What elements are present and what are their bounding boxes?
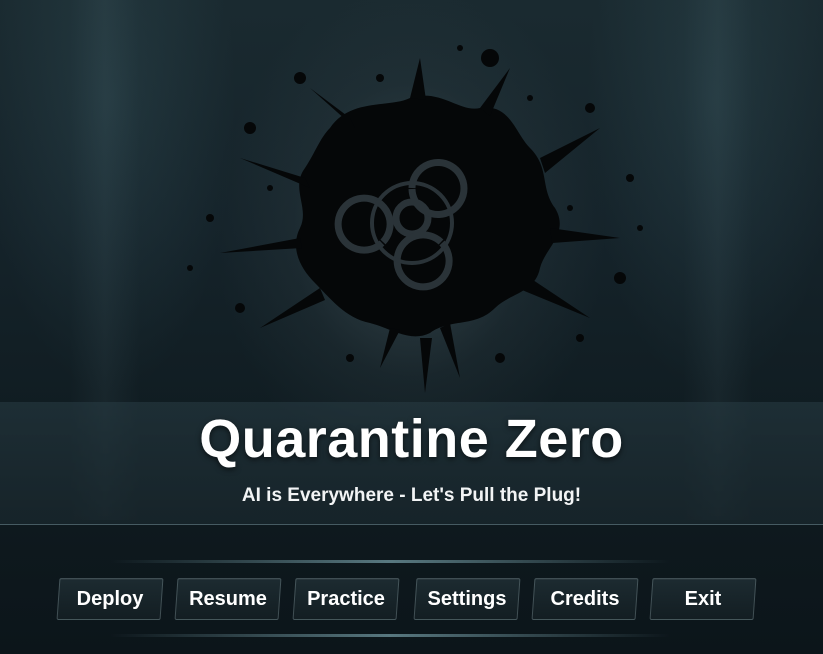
exit-button[interactable]: Exit xyxy=(649,578,757,620)
ink-splat-emblem xyxy=(187,45,643,393)
game-title: Quarantine Zero xyxy=(199,409,624,469)
deploy-button-label: Deploy xyxy=(76,587,144,610)
main-menu: Deploy Resume Practice Settings Credits … xyxy=(0,578,823,626)
menu-top-glow-divider xyxy=(110,560,670,563)
credits-button-label: Credits xyxy=(550,587,620,610)
deploy-button[interactable]: Deploy xyxy=(56,578,164,620)
main-menu-screen: Quarantine Zero AI is Everywhere - Let's… xyxy=(0,0,823,654)
game-tagline: AI is Everywhere - Let's Pull the Plug! xyxy=(241,485,582,506)
resume-button[interactable]: Resume xyxy=(174,578,282,620)
settings-button-label: Settings xyxy=(427,587,507,610)
menu-bottom-glow-divider xyxy=(110,634,670,637)
practice-button[interactable]: Practice xyxy=(292,578,400,620)
practice-button-label: Practice xyxy=(307,587,385,610)
resume-button-label: Resume xyxy=(189,587,267,610)
settings-button[interactable]: Settings xyxy=(413,578,521,620)
credits-button[interactable]: Credits xyxy=(531,578,639,620)
exit-button-label: Exit xyxy=(684,587,722,610)
